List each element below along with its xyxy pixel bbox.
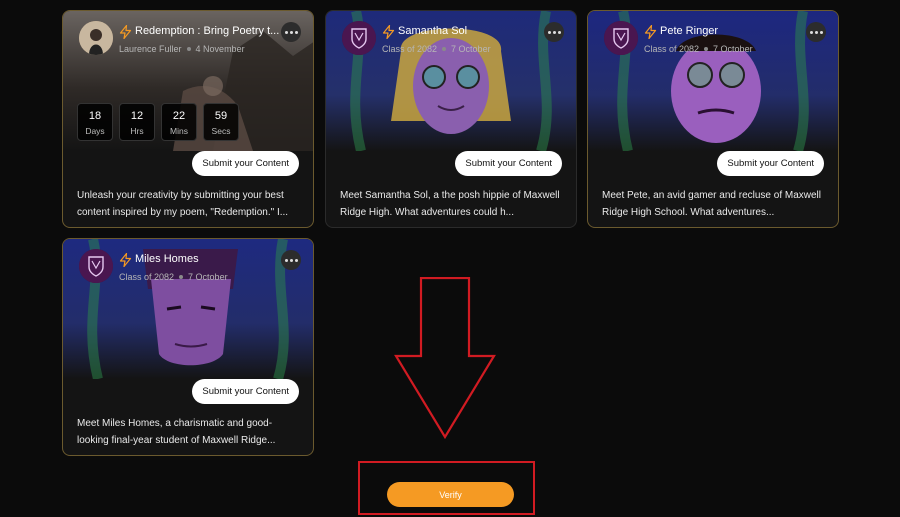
card-description: Meet Pete, an avid gamer and recluse of … [602,190,821,218]
submit-content-button[interactable]: Submit your Content [192,151,299,176]
challenge-card-redemption[interactable]: Redemption : Bring Poetry t... Laurence … [62,10,314,228]
card-description: Meet Samantha Sol, a the posh hippie of … [340,190,560,218]
countdown-seconds: 59 Secs [203,103,239,141]
card-author[interactable]: Laurence Fuller [119,44,182,54]
card-title[interactable]: Miles Homes [135,253,285,265]
more-options-icon[interactable] [806,22,826,42]
countdown-minutes: 22 Mins [161,103,197,141]
character-card-pete-ringer[interactable]: Pete Ringer Class of 2082 7 October Submi… [587,10,839,228]
card-author: Class of 2082 [644,44,700,54]
more-options-icon[interactable] [544,22,564,42]
submit-content-button[interactable]: Submit your Content [192,379,299,404]
submit-content-button[interactable]: Submit your Content [717,151,824,176]
countdown-hours: 12 Hrs [119,103,155,141]
card-date: 7 October [451,44,491,54]
card-title[interactable]: Redemption : Bring Poetry t... [135,25,285,37]
lightning-bolt-icon [119,253,132,267]
card-date: 7 October [188,272,228,282]
card-date: 7 October [713,44,753,54]
lightning-bolt-icon [644,25,657,39]
down-arrow-annotation [394,277,496,439]
card-title[interactable]: Pete Ringer [660,25,810,37]
lightning-bolt-icon [119,25,132,39]
lightning-bolt-icon [382,25,395,39]
card-description: Meet Miles Homes, a charismatic and good… [77,418,276,446]
school-logo-avatar[interactable] [604,21,638,55]
countdown-timer: 18 Days 12 Hrs 22 Mins 59 Secs [77,103,239,141]
school-logo-avatar[interactable] [342,21,376,55]
author-avatar[interactable] [79,21,113,55]
character-card-samantha-sol[interactable]: Samantha Sol Class of 2082 7 October Subm… [325,10,577,228]
card-author: Class of 2082 [119,272,175,282]
verify-button[interactable]: Verify [387,482,514,507]
card-title[interactable]: Samantha Sol [398,25,548,37]
countdown-days: 18 Days [77,103,113,141]
character-card-miles-homes[interactable]: Miles Homes Class of 2082 7 October Submi… [62,238,314,456]
more-options-icon[interactable] [281,250,301,270]
school-logo-avatar[interactable] [79,249,113,283]
more-options-icon[interactable] [281,22,301,42]
card-description: Unleash your creativity by submitting yo… [77,190,289,218]
card-author: Class of 2082 [382,44,438,54]
submit-content-button[interactable]: Submit your Content [455,151,562,176]
card-date: 4 November [195,44,245,54]
